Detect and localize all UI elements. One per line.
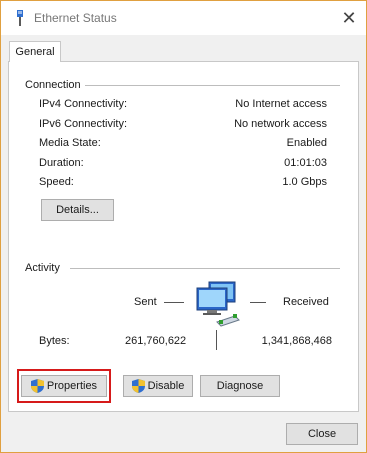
sent-line (164, 302, 184, 303)
duration-label: Duration: (39, 157, 84, 169)
network-computers-icon (196, 281, 240, 327)
bytes-divider (216, 330, 217, 350)
received-line (250, 302, 266, 303)
tab-general[interactable]: General (9, 41, 61, 62)
disable-button[interactable]: Disable (123, 375, 193, 397)
bytes-sent-value: 261,760,622 (125, 335, 187, 347)
speed-value: 1.0 Gbps (282, 176, 327, 188)
ipv6-connectivity-value: No network access (234, 118, 327, 130)
received-label: Received (283, 296, 329, 308)
properties-button[interactable]: Properties (21, 375, 107, 397)
general-panel: Connection IPv4 Connectivity: No Interne… (8, 61, 359, 412)
connection-section-label: Connection (25, 79, 85, 91)
close-icon[interactable]: ✕ (339, 8, 359, 28)
connection-divider (85, 85, 340, 86)
duration-value: 01:01:03 (284, 157, 327, 169)
ipv4-connectivity-value: No Internet access (235, 98, 327, 110)
activity-divider (70, 268, 340, 269)
disable-button-label: Disable (147, 380, 185, 392)
sent-label: Sent (134, 296, 157, 308)
dialog-footer: Close (1, 411, 366, 452)
speed-label: Speed: (39, 176, 74, 188)
bytes-label: Bytes: (39, 335, 70, 347)
bytes-received-value: 1,341,868,468 (261, 335, 332, 347)
title-bar[interactable]: Ethernet Status ✕ (1, 1, 366, 35)
media-state-value: Enabled (286, 137, 327, 149)
uac-shield-icon (131, 379, 145, 393)
diagnose-button[interactable]: Diagnose (200, 375, 280, 397)
activity-section-label: Activity (25, 262, 64, 274)
uac-shield-icon (30, 379, 44, 393)
media-state-label: Media State: (39, 137, 101, 149)
ethernet-icon (17, 10, 23, 26)
details-button[interactable]: Details... (41, 199, 114, 221)
ethernet-status-window: Ethernet Status ✕ General Connection IPv… (0, 0, 367, 453)
ipv6-connectivity-label: IPv6 Connectivity: (39, 118, 128, 130)
window-title: Ethernet Status (34, 11, 117, 25)
tab-general-label: General (15, 46, 55, 58)
properties-button-label: Properties (46, 380, 98, 392)
ipv4-connectivity-label: IPv4 Connectivity: (39, 98, 128, 110)
close-button[interactable]: Close (286, 423, 358, 445)
